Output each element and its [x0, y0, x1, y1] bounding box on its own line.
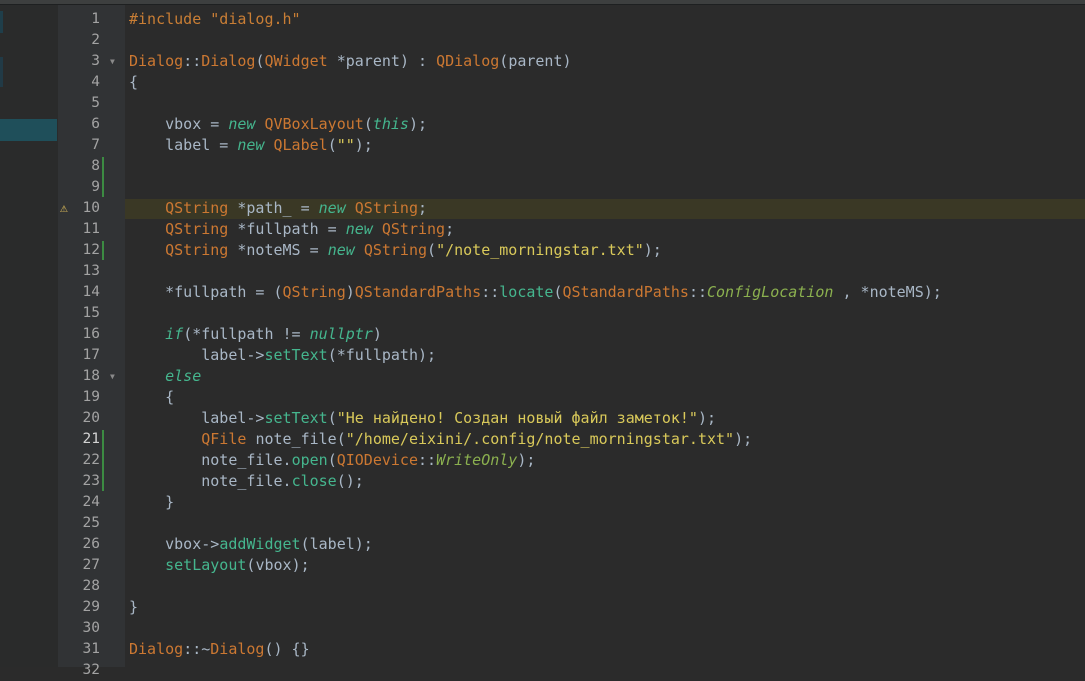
- code-text: label->setText(*fullpath);: [201, 346, 437, 364]
- code-text: vbox = new QVBoxLayout(this);: [165, 115, 428, 133]
- code-text: #include "dialog.h": [129, 10, 301, 28]
- code-text: Dialog::~Dialog() {}: [129, 640, 310, 658]
- change-marker: [102, 241, 104, 260]
- panel-marker: [0, 11, 3, 33]
- line-number: 3: [91, 53, 100, 69]
- code-line[interactable]: #include "dialog.h": [129, 9, 301, 30]
- code-text: QString *fullpath = new QString;: [165, 220, 455, 238]
- change-marker: [102, 430, 104, 491]
- line-number: 4: [91, 74, 100, 90]
- code-line[interactable]: if(*fullpath != nullptr): [129, 324, 382, 345]
- line-number: 9: [91, 179, 100, 195]
- line-number: 13: [82, 263, 100, 279]
- code-text: }: [129, 493, 175, 511]
- line-number: 31: [82, 641, 100, 657]
- line-number: 18: [82, 368, 100, 384]
- code-line[interactable]: {: [129, 72, 138, 93]
- code-line[interactable]: QString *path_ = new QString;: [129, 198, 427, 219]
- change-marker: [102, 157, 104, 197]
- code-line[interactable]: setLayout(vbox);: [129, 555, 310, 576]
- code-text: *fullpath = (QString)QStandardPaths::loc…: [129, 283, 942, 301]
- line-number: 5: [91, 95, 100, 111]
- line-number: 25: [82, 515, 100, 531]
- line-number: 29: [82, 599, 100, 615]
- line-number: 27: [82, 557, 100, 573]
- panel-marker: [0, 57, 3, 87]
- line-number: 11: [82, 221, 100, 237]
- line-number: 30: [82, 620, 100, 636]
- line-number: 6: [91, 116, 100, 132]
- code-text: note_file.open(QIODevice::WriteOnly);: [201, 451, 536, 469]
- code-text: else: [165, 367, 202, 385]
- line-number: 7: [91, 137, 100, 153]
- line-number: 8: [91, 158, 100, 174]
- code-line[interactable]: label->setText("Не найдено! Создан новый…: [129, 408, 716, 429]
- line-number: 19: [82, 389, 100, 405]
- code-line[interactable]: label = new QLabel("");: [129, 135, 373, 156]
- line-number: 14: [82, 284, 100, 300]
- line-number-current: 21: [82, 431, 100, 447]
- code-line[interactable]: note_file.open(QIODevice::WriteOnly);: [129, 450, 535, 471]
- line-number: 12: [82, 242, 100, 258]
- code-text: vbox->addWidget(label);: [165, 535, 373, 553]
- line-number: 26: [82, 536, 100, 552]
- code-line[interactable]: }: [129, 492, 174, 513]
- line-number: 28: [82, 578, 100, 594]
- code-text: QString *noteMS = new QString("/note_mor…: [165, 241, 662, 259]
- fold-arrow-icon[interactable]: ▼: [110, 366, 120, 387]
- code-line[interactable]: vbox->addWidget(label);: [129, 534, 373, 555]
- code-line[interactable]: *fullpath = (QString)QStandardPaths::loc…: [129, 282, 942, 303]
- code-text: {: [129, 388, 175, 406]
- line-number: 32: [82, 662, 100, 678]
- code-line[interactable]: {: [129, 387, 174, 408]
- line-number: 15: [82, 305, 100, 321]
- line-number: 16: [82, 326, 100, 342]
- code-text: }: [129, 598, 139, 616]
- code-text: QString *path_ = new QString;: [165, 199, 428, 217]
- line-number: 23: [82, 473, 100, 489]
- project-panel: [0, 5, 59, 667]
- line-number: 1: [91, 11, 100, 27]
- code-line[interactable]: vbox = new QVBoxLayout(this);: [129, 114, 427, 135]
- code-line[interactable]: QString *fullpath = new QString;: [129, 219, 454, 240]
- code-text: note_file.close();: [201, 472, 364, 490]
- code-line[interactable]: Dialog::~Dialog() {}: [129, 639, 310, 660]
- line-number: 2: [91, 32, 100, 48]
- line-number: 22: [82, 452, 100, 468]
- fold-arrow-icon[interactable]: ▼: [110, 51, 120, 72]
- code-line[interactable]: QString *noteMS = new QString("/note_mor…: [129, 240, 662, 261]
- code-line[interactable]: }: [129, 597, 138, 618]
- code-text: if(*fullpath != nullptr): [165, 325, 382, 343]
- code-line[interactable]: label->setText(*fullpath);: [129, 345, 436, 366]
- code-text: QFile note_file("/home/eixini/.config/no…: [201, 430, 753, 448]
- line-number: 20: [82, 410, 100, 426]
- code-text: Dialog::Dialog(QWidget *parent) : QDialo…: [129, 52, 572, 70]
- code-line[interactable]: note_file.close();: [129, 471, 364, 492]
- code-text: {: [129, 73, 139, 91]
- code-line[interactable]: Dialog::Dialog(QWidget *parent) : QDialo…: [129, 51, 572, 72]
- warning-icon[interactable]: ⚠: [60, 198, 76, 219]
- code-text: setLayout(vbox);: [165, 556, 310, 574]
- selected-panel-item[interactable]: [0, 119, 57, 141]
- code-text: label->setText("Не найдено! Создан новый…: [201, 409, 717, 427]
- code-text: label = new QLabel("");: [165, 136, 373, 154]
- line-number: 17: [82, 347, 100, 363]
- line-number: 24: [82, 494, 100, 510]
- code-line[interactable]: else: [129, 366, 201, 387]
- code-line-current[interactable]: QFile note_file("/home/eixini/.config/no…: [129, 429, 752, 450]
